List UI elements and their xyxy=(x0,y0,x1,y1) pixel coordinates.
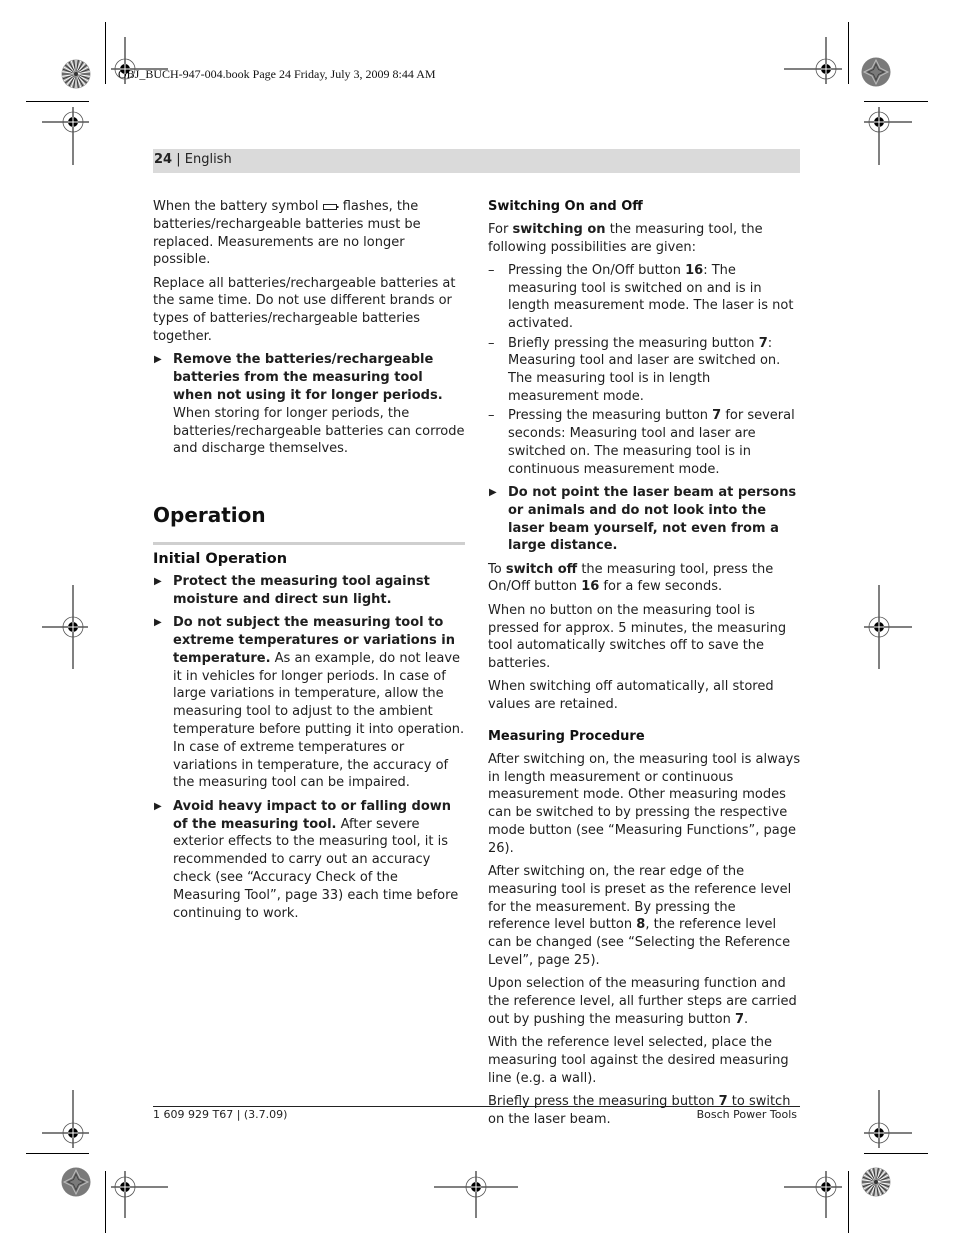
crop-line xyxy=(848,1171,849,1233)
starburst-mark-icon xyxy=(861,1167,891,1197)
registration-target-icon xyxy=(784,1171,842,1218)
